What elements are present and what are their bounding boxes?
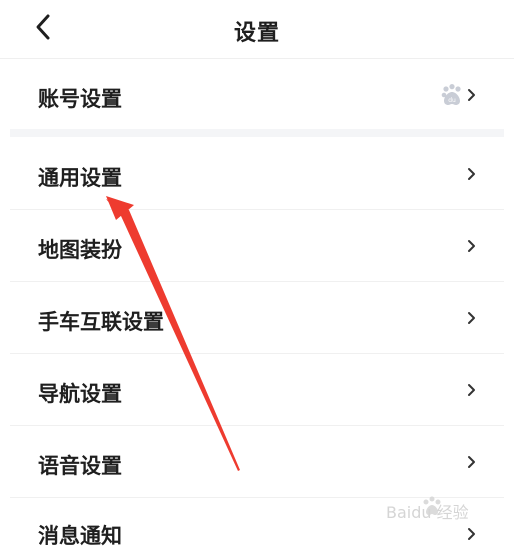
baidu-paw-icon: du [441, 84, 461, 105]
chevron-right-icon [468, 240, 475, 252]
general-settings-row[interactable]: 通用设置 [10, 137, 504, 209]
top-bar: 设置 [0, 0, 514, 59]
chevron-right-icon [468, 528, 475, 540]
navigation-settings-row[interactable]: 导航设置 [10, 354, 504, 426]
account-settings-row[interactable]: 账号设置 du [10, 59, 504, 129]
message-notification-label: 消息通知 [38, 524, 122, 548]
navigation-settings-label: 导航设置 [38, 382, 122, 406]
svg-text:du: du [448, 97, 456, 104]
voice-settings-row[interactable]: 语音设置 [10, 426, 504, 498]
map-theme-label: 地图装扮 [38, 238, 122, 262]
chevron-right-icon [468, 384, 475, 396]
account-settings-label: 账号设置 [38, 87, 122, 111]
chevron-right-icon [468, 456, 475, 468]
baidu-jingyan-watermark: Baidu 经验 [386, 496, 469, 522]
voice-settings-label: 语音设置 [38, 454, 122, 478]
chevron-right-icon [468, 312, 475, 324]
map-theme-row[interactable]: 地图装扮 [10, 210, 504, 282]
chevron-right-icon [468, 168, 475, 180]
section-gap [10, 129, 504, 137]
page-title: 设置 [233, 21, 280, 46]
svg-text:Baidu 经验: Baidu 经验 [386, 503, 469, 522]
general-settings-label: 通用设置 [38, 166, 122, 190]
car-connect-settings-label: 手车互联设置 [38, 310, 164, 334]
car-connect-settings-row[interactable]: 手车互联设置 [10, 282, 504, 354]
chevron-right-icon [468, 89, 475, 101]
